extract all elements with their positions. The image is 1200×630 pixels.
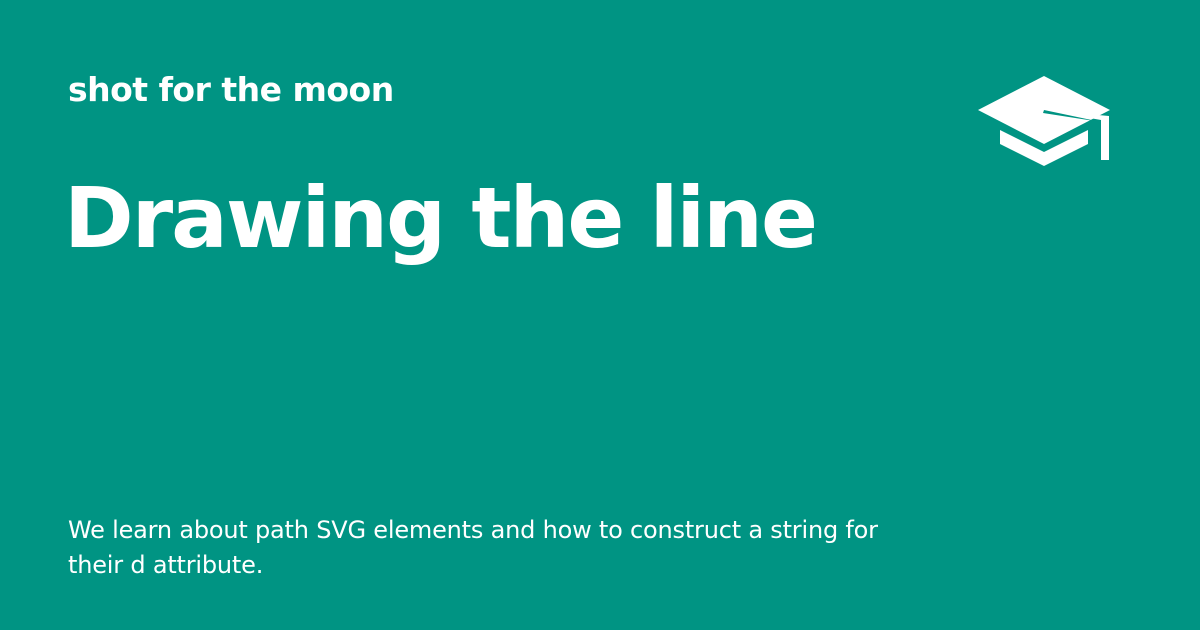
graduation-cap-icon bbox=[976, 76, 1112, 188]
post-title: Drawing the line bbox=[64, 169, 818, 267]
social-card: shot for the moon Drawing the line We le… bbox=[0, 0, 1200, 630]
site-name: shot for the moon bbox=[68, 70, 394, 109]
post-description: We learn about path SVG elements and how… bbox=[68, 516, 878, 579]
